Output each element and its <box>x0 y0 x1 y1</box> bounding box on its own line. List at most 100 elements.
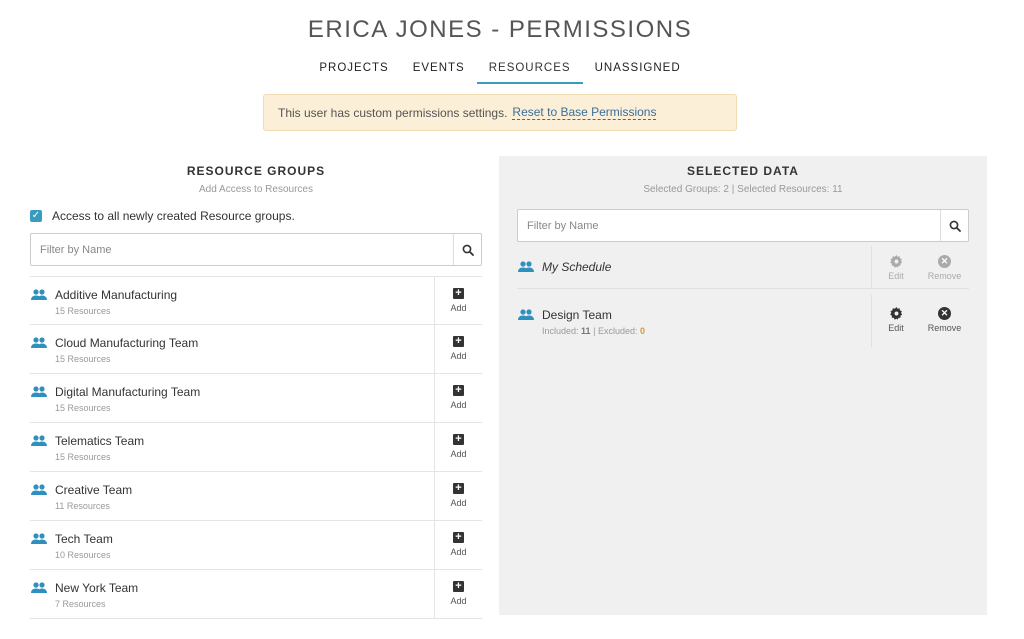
edit-label: Edit <box>888 323 904 333</box>
plus-square-icon: + <box>453 336 464 347</box>
selected-data-search-button[interactable] <box>940 210 968 241</box>
new-groups-access-checkbox-row[interactable]: ✓ Access to all newly created Resource g… <box>30 209 482 223</box>
excluded-label: Excluded: <box>597 326 638 336</box>
plus-square-icon: + <box>453 532 464 543</box>
add-label: Add <box>450 547 467 557</box>
count-separator: | <box>593 326 596 336</box>
remove-button[interactable]: ✕ Remove <box>920 246 969 288</box>
people-icon <box>31 386 47 397</box>
people-icon <box>518 309 534 320</box>
gear-icon <box>889 307 902 320</box>
search-icon <box>949 220 961 232</box>
tab-unassigned[interactable]: UNASSIGNED <box>583 60 693 84</box>
group-resource-count: 15 Resources <box>55 452 111 462</box>
group-name: Cloud Manufacturing Team <box>55 336 199 350</box>
plus-square-icon: + <box>453 434 464 445</box>
resource-groups-search-button[interactable] <box>453 234 481 265</box>
add-label: Add <box>450 596 467 606</box>
add-label: Add <box>450 400 467 410</box>
notice-text: This user has custom permissions setting… <box>278 105 508 120</box>
selected-data-search-input[interactable] <box>518 210 940 241</box>
list-item: My Schedule Edit ✕ Remove <box>517 246 969 289</box>
group-name: Telematics Team <box>55 434 145 448</box>
list-item: Tech Team 10 Resources + Add <box>30 521 482 570</box>
close-circle-icon: ✕ <box>938 255 951 268</box>
group-name: Creative Team <box>55 483 133 497</box>
list-item: Creative Team 11 Resources + Add <box>30 472 482 521</box>
add-label: Add <box>450 303 467 313</box>
resource-groups-title: RESOURCE GROUPS <box>186 164 326 178</box>
add-group-button[interactable]: + Add <box>434 325 482 373</box>
group-resource-count: 10 Resources <box>55 550 111 560</box>
add-group-button[interactable]: + Add <box>434 521 482 569</box>
edit-button[interactable]: Edit <box>871 246 920 288</box>
selected-item-name: Design Team <box>542 308 612 322</box>
plus-square-icon: + <box>453 581 464 592</box>
selected-data-list: My Schedule Edit ✕ Remove Design Team In… <box>517 246 969 347</box>
people-icon <box>31 289 47 300</box>
excluded-count: 0 <box>639 326 645 336</box>
list-item: Design Team Included: 11 | Excluded: 0 E… <box>517 295 969 347</box>
people-icon <box>31 484 47 495</box>
resource-groups-panel: RESOURCE GROUPS Add Access to Resources … <box>30 156 482 619</box>
list-item: New York Team 7 Resources + Add <box>30 570 482 619</box>
add-group-button[interactable]: + Add <box>434 570 482 618</box>
included-label: Included: <box>542 326 579 336</box>
people-icon <box>31 582 47 593</box>
edit-label: Edit <box>888 271 904 281</box>
list-item: Cloud Manufacturing Team 15 Resources + … <box>30 325 482 374</box>
selected-item-counts: Included: 11 | Excluded: 0 <box>542 326 645 336</box>
reset-permissions-link[interactable]: Reset to Base Permissions <box>512 105 657 120</box>
tab-bar: PROJECTS EVENTS RESOURCES UNASSIGNED <box>0 60 1000 84</box>
selected-item-name: My Schedule <box>542 260 612 274</box>
group-name: Additive Manufacturing <box>55 288 178 302</box>
tab-events[interactable]: EVENTS <box>401 60 477 84</box>
add-group-button[interactable]: + Add <box>434 277 482 324</box>
included-count: 11 <box>581 326 591 336</box>
page-title: ERICA JONES - PERMISSIONS <box>307 16 693 43</box>
plus-square-icon: + <box>453 385 464 396</box>
selected-data-title: SELECTED DATA <box>687 164 799 178</box>
search-icon <box>462 244 474 256</box>
add-group-button[interactable]: + Add <box>434 423 482 471</box>
group-resource-count: 15 Resources <box>55 403 111 413</box>
resource-groups-search-input[interactable] <box>31 234 453 265</box>
group-resource-count: 15 Resources <box>55 354 111 364</box>
remove-button[interactable]: ✕ Remove <box>920 295 969 347</box>
add-label: Add <box>450 498 467 508</box>
selected-data-summary: Selected Groups: 2 | Selected Resources:… <box>643 184 843 195</box>
resource-groups-subtitle: Add Access to Resources <box>199 184 313 195</box>
edit-button[interactable]: Edit <box>871 295 920 347</box>
group-resource-count: 11 Resources <box>55 501 110 511</box>
new-groups-access-checkbox[interactable]: ✓ <box>30 210 42 222</box>
list-item: Digital Manufacturing Team 15 Resources … <box>30 374 482 423</box>
list-item: Additive Manufacturing 15 Resources + Ad… <box>30 276 482 325</box>
tab-projects[interactable]: PROJECTS <box>307 60 400 84</box>
plus-square-icon: + <box>453 483 464 494</box>
new-groups-access-label: Access to all newly created Resource gro… <box>52 209 295 223</box>
add-label: Add <box>450 351 467 361</box>
add-group-button[interactable]: + Add <box>434 374 482 422</box>
plus-square-icon: + <box>453 288 464 299</box>
gear-icon <box>889 255 902 268</box>
selected-data-search <box>517 209 969 242</box>
close-circle-icon: ✕ <box>938 307 951 320</box>
group-name: Tech Team <box>55 532 113 546</box>
add-group-button[interactable]: + Add <box>434 472 482 520</box>
group-name: Digital Manufacturing Team <box>55 385 201 399</box>
group-name: New York Team <box>55 581 139 595</box>
remove-label: Remove <box>927 271 962 281</box>
custom-permissions-notice: This user has custom permissions setting… <box>263 94 737 131</box>
people-icon <box>31 435 47 446</box>
list-item: Telematics Team 15 Resources + Add <box>30 423 482 472</box>
checkmark-icon: ✓ <box>31 210 41 221</box>
remove-label: Remove <box>927 323 962 333</box>
people-icon <box>31 533 47 544</box>
tab-resources[interactable]: RESOURCES <box>476 60 583 84</box>
selected-data-panel: SELECTED DATA Selected Groups: 2 | Selec… <box>499 156 987 615</box>
people-icon <box>31 337 47 348</box>
resource-group-list: Additive Manufacturing 15 Resources + Ad… <box>30 276 482 619</box>
group-resource-count: 15 Resources <box>55 306 111 316</box>
add-label: Add <box>450 449 467 459</box>
resource-groups-search <box>30 233 482 266</box>
